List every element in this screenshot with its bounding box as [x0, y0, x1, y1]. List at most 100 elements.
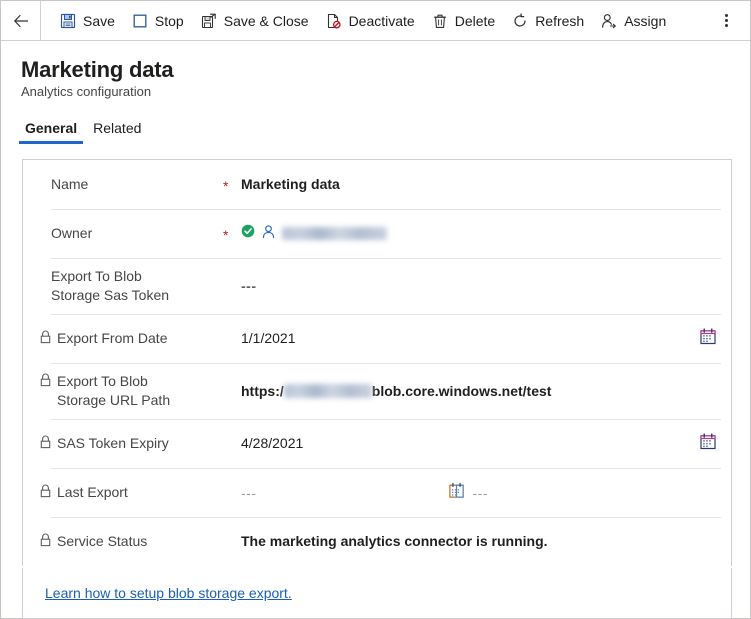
deactivate-icon — [325, 12, 343, 30]
last-export-label: Last Export — [57, 483, 128, 500]
more-commands-button[interactable] — [710, 5, 742, 37]
sas-token-expiry-value-cell[interactable]: 4/28/2021 — [241, 434, 731, 453]
command-bar: Save Stop Save & Close Deactivate Delete… — [1, 1, 750, 41]
export-from-date-label-cell: Export From Date — [23, 329, 223, 349]
tab-list: General Related — [1, 114, 750, 144]
delete-button[interactable]: Delete — [423, 5, 503, 37]
owner-label-cell: Owner — [23, 224, 223, 243]
url-redacted-segment — [283, 384, 372, 398]
form-row-export-to-blob-storage-sas-token: Export To Blob Storage Sas Token --- — [23, 258, 731, 314]
form-row-service-status: Service Status The marketing analytics c… — [23, 517, 731, 566]
general-form: Name * Marketing data Owner * Export To … — [22, 159, 732, 566]
lock-icon — [39, 435, 52, 454]
tab-general[interactable]: General — [19, 119, 84, 144]
refresh-icon — [511, 12, 529, 30]
assign-button-label: Assign — [624, 12, 667, 29]
service-status-required-indicator — [223, 541, 241, 543]
form-row-owner: Owner * — [23, 209, 731, 258]
overflow-dots-icon — [724, 14, 728, 27]
export-to-blob-storage-sas-token-label: Export To Blob Storage Sas Token — [51, 268, 170, 303]
form-row-sas-token-expiry: SAS Token Expiry 4/28/2021 — [23, 419, 731, 468]
page-header: Marketing data Analytics configuration — [1, 41, 750, 100]
name-value: Marketing data — [241, 176, 340, 192]
form-row-export-from-date: Export From Date 1/1/2021 — [23, 314, 731, 363]
sas-token-expiry-value: 4/28/2021 — [241, 435, 304, 451]
owner-name-redacted — [282, 227, 387, 240]
lock-icon — [39, 533, 52, 552]
save-and-close-button-label: Save & Close — [223, 12, 309, 29]
assign-icon — [600, 12, 618, 30]
sas-token-required-indicator — [223, 285, 241, 287]
export-to-blob-storage-url-path-label: Export To Blob Storage URL Path — [57, 373, 171, 408]
stop-button-label: Stop — [154, 12, 184, 29]
url-path-value-cell[interactable]: https:/ blob.core.windows.net/test — [241, 383, 731, 399]
sas-token-expiry-label: SAS Token Expiry — [57, 434, 169, 451]
last-export-time-value: --- — [472, 484, 488, 501]
form-row-export-to-blob-storage-url-path: Export To Blob Storage URL Path https:/ … — [23, 363, 731, 419]
owner-value-cell[interactable] — [241, 224, 731, 244]
last-export-label-cell: Last Export — [23, 483, 223, 503]
tab-general-label: General — [25, 120, 78, 136]
url-path-required-indicator — [223, 390, 241, 392]
last-export-date-value: --- — [241, 484, 257, 501]
service-status-value-cell[interactable]: The marketing analytics connector is run… — [241, 532, 731, 551]
form-row-last-export: Last Export --- --- — [23, 468, 731, 517]
refresh-button[interactable]: Refresh — [503, 5, 592, 37]
name-label-cell: Name — [23, 175, 223, 194]
delete-icon — [431, 12, 449, 30]
export-from-date-required-indicator — [223, 338, 241, 340]
save-icon — [59, 12, 77, 30]
stop-button[interactable]: Stop — [123, 5, 192, 37]
export-from-date-calendar-icon[interactable] — [699, 327, 717, 350]
stop-icon — [131, 12, 149, 30]
owner-label: Owner — [51, 225, 93, 241]
lock-icon — [39, 330, 52, 349]
page-title: Marketing data — [21, 57, 174, 82]
name-required-indicator: * — [223, 177, 229, 194]
save-and-close-button[interactable]: Save & Close — [192, 5, 317, 37]
refresh-button-label: Refresh — [535, 12, 585, 29]
save-and-close-icon — [200, 12, 218, 30]
form-footer: Learn how to setup blob storage export. — [22, 568, 732, 619]
url-path-label-cell: Export To Blob Storage URL Path — [23, 372, 223, 410]
back-button[interactable] — [1, 1, 41, 40]
export-from-date-value-cell[interactable]: 1/1/2021 — [241, 329, 731, 348]
export-to-blob-storage-sas-token-value: --- — [241, 278, 257, 294]
verified-check-icon — [241, 224, 255, 243]
service-status-label-cell: Service Status — [23, 532, 223, 552]
command-bar-items: Save Stop Save & Close Deactivate Delete… — [41, 1, 750, 40]
last-export-value-cell[interactable]: --- --- — [241, 482, 731, 504]
assign-button[interactable]: Assign — [592, 5, 674, 37]
deactivate-button[interactable]: Deactivate — [317, 5, 423, 37]
url-prefix: https:/ — [241, 383, 284, 399]
lock-icon — [39, 484, 52, 503]
export-from-date-value: 1/1/2021 — [241, 330, 296, 346]
record-form-window: Save Stop Save & Close Deactivate Delete… — [0, 0, 751, 619]
name-label: Name — [51, 176, 89, 192]
url-suffix: blob.core.windows.net/test — [371, 383, 552, 399]
owner-required-indicator: * — [223, 226, 229, 243]
back-arrow-icon — [12, 12, 30, 30]
service-status-value: The marketing analytics connector is run… — [241, 533, 548, 549]
person-icon — [261, 224, 276, 244]
export-to-blob-storage-url-path-value: https:/ blob.core.windows.net/test — [241, 383, 551, 399]
tab-related[interactable]: Related — [87, 119, 147, 144]
blob-storage-docs-link[interactable]: Learn how to setup blob storage export. — [45, 585, 292, 601]
last-export-calendar-icon[interactable] — [448, 482, 465, 504]
delete-button-label: Delete — [454, 12, 496, 29]
save-button[interactable]: Save — [51, 5, 123, 37]
sas-token-value-cell[interactable]: --- — [241, 278, 731, 294]
tab-related-label: Related — [93, 120, 142, 136]
export-from-date-label: Export From Date — [57, 329, 168, 346]
sas-token-expiry-calendar-icon[interactable] — [699, 432, 717, 455]
form-row-name: Name * Marketing data — [23, 160, 731, 209]
name-value-cell[interactable]: Marketing data — [241, 175, 731, 194]
deactivate-button-label: Deactivate — [348, 12, 415, 29]
save-button-label: Save — [83, 12, 115, 29]
service-status-label: Service Status — [57, 532, 148, 549]
owner-lookup-chip[interactable] — [241, 224, 387, 244]
sas-token-expiry-label-cell: SAS Token Expiry — [23, 434, 223, 454]
last-export-required-indicator — [223, 492, 241, 494]
sas-token-expiry-required-indicator — [223, 443, 241, 445]
page-subtitle: Analytics configuration — [21, 84, 152, 99]
